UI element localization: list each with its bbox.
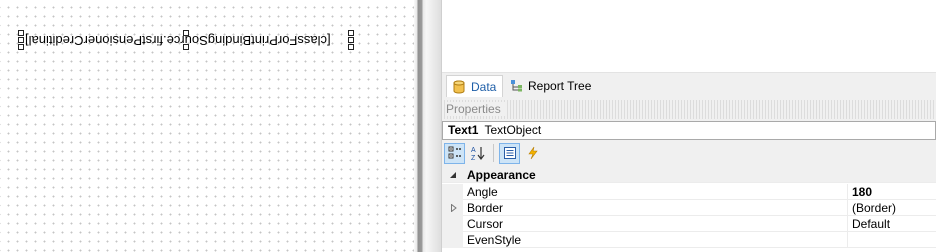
resize-handle-middle-right[interactable]: [348, 37, 354, 43]
dock-top-area: [442, 0, 936, 72]
right-dock-panel: Data Report Tree Properties Text1 TextObj…: [426, 0, 936, 252]
resize-handle-bottom-left[interactable]: [18, 44, 24, 50]
row-gutter: [442, 216, 463, 232]
resize-handle-top-left[interactable]: [18, 30, 24, 36]
text-object-text1[interactable]: [classForPrintBindingSource.firstPension…: [18, 30, 354, 50]
report-tree-icon: [511, 80, 522, 92]
row-gutter: [442, 184, 463, 200]
property-grid: Appearance Angle 180 Border (Border) Cur…: [442, 167, 936, 252]
property-pages-icon: [503, 147, 516, 159]
property-row-border[interactable]: Border (Border): [442, 200, 936, 216]
property-value[interactable]: Default: [852, 216, 890, 232]
tab-data[interactable]: Data: [446, 75, 504, 97]
property-name: Border: [467, 201, 504, 215]
column-divider: [847, 232, 848, 248]
tab-data-label: Data: [471, 79, 497, 94]
dock-tab-strip: Data Report Tree: [442, 72, 936, 99]
tab-report-tree-label: Report Tree: [528, 79, 592, 93]
category-label: Appearance: [467, 168, 536, 182]
resize-handle-bottom-center[interactable]: [183, 44, 189, 50]
resize-handle-middle-left[interactable]: [18, 37, 24, 43]
sort-alphabetical-icon: A Z: [471, 147, 484, 161]
svg-text:A: A: [471, 147, 476, 154]
resize-handle-top-center[interactable]: [183, 30, 189, 36]
tab-report-tree[interactable]: Report Tree: [510, 75, 591, 97]
properties-toolbar: A Z: [442, 141, 936, 165]
resize-handle-bottom-right[interactable]: [348, 44, 354, 50]
categorized-icon: [448, 146, 461, 159]
property-row-evenstyle[interactable]: EvenStyle: [442, 232, 936, 248]
events-button[interactable]: [522, 143, 543, 164]
resize-handle-top-right[interactable]: [348, 30, 354, 36]
database-icon: [453, 80, 465, 93]
events-lightning-icon: [527, 146, 538, 160]
panel-splitter[interactable]: [414, 0, 426, 252]
property-value[interactable]: (Border): [852, 200, 896, 216]
categorized-button[interactable]: [444, 142, 465, 164]
dock-side-strip: [426, 0, 442, 252]
property-name: Angle: [467, 185, 498, 199]
expand-triangle-icon[interactable]: [451, 204, 457, 212]
report-design-canvas[interactable]: [classForPrintBindingSource.firstPension…: [0, 0, 414, 252]
properties-header-title: Properties: [446, 102, 507, 116]
property-name: EvenStyle: [467, 233, 522, 247]
object-name: Text1: [448, 123, 479, 137]
property-value[interactable]: 180: [852, 184, 872, 200]
sort-alphabetical-button[interactable]: A Z: [467, 143, 488, 164]
svg-text:Z: Z: [471, 155, 476, 161]
row-gutter: [442, 232, 463, 248]
property-pages-button[interactable]: [499, 142, 520, 164]
column-divider: [847, 216, 848, 232]
collapse-triangle-icon[interactable]: [450, 172, 457, 179]
object-selector[interactable]: Text1 TextObject: [442, 121, 936, 140]
object-type: TextObject: [484, 123, 542, 137]
property-name: Cursor: [467, 217, 504, 231]
toolbar-separator: [493, 144, 494, 162]
column-divider: [847, 200, 848, 216]
property-row-cursor[interactable]: Cursor Default: [442, 216, 936, 232]
properties-panel-header: Properties: [442, 100, 936, 119]
property-row-angle[interactable]: Angle 180: [442, 184, 936, 200]
category-row-appearance[interactable]: Appearance: [442, 167, 936, 183]
column-divider: [847, 184, 848, 200]
